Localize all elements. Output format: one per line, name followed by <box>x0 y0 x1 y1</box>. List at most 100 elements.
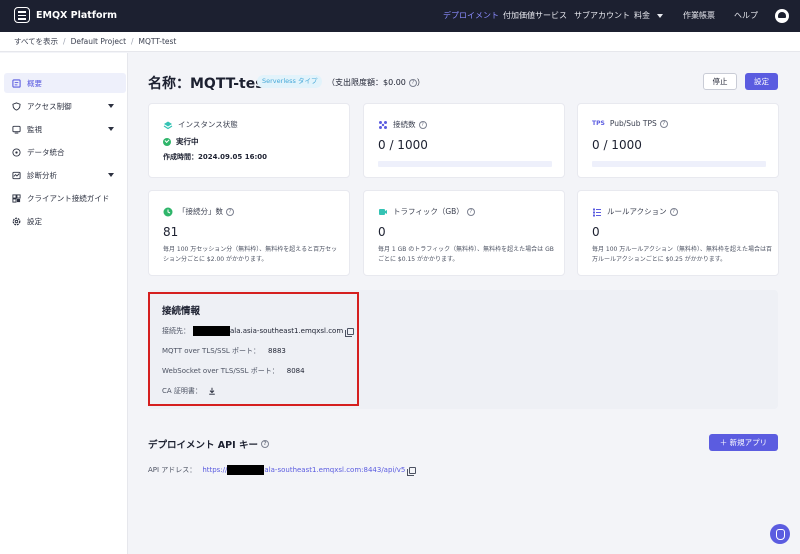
chevron-down-icon <box>108 127 114 131</box>
api-key-title-text: デプロイメント API キー <box>148 440 258 451</box>
chevron-down-icon <box>108 173 114 177</box>
help-icon[interactable]: ? <box>669 207 678 216</box>
nav-help[interactable]: ヘルプ <box>734 10 758 21</box>
copy-icon[interactable] <box>407 466 417 476</box>
sidebar-item-client-guide[interactable]: クライアント接続ガイド <box>4 188 126 208</box>
instance-status-value: 実行中 <box>176 137 199 146</box>
created-time: 作成時間：2024.09.05 16:00 <box>163 153 268 161</box>
instance-status-card: インスタンス状態 実行中 作成時間：2024.09.05 16:00 <box>148 103 350 178</box>
app-logo[interactable]: EMQX Platform <box>14 7 117 23</box>
card-label: 接続数 ? <box>378 119 427 130</box>
mqtt-port-value: 8883 <box>268 347 286 355</box>
settings-button[interactable]: 設定 <box>745 73 778 90</box>
breadcrumb: すべてを表示 / Default Project / MQTT-test <box>0 32 800 52</box>
rule-list-icon <box>593 208 601 216</box>
card-label: ルールアクション ? <box>592 206 678 217</box>
rule-actions-card: ルールアクション ? 0 毎月 100 万ルールアクション（無料枠）、無料枠を超… <box>577 190 779 276</box>
chevron-down-icon <box>657 13 663 18</box>
connection-minutes-value: 81 <box>163 225 179 239</box>
api-address-label: API アドレス： <box>148 466 197 474</box>
sidebar-item-label: アクセス制御 <box>27 101 72 111</box>
status-badge: 実行中 <box>163 136 199 147</box>
integration-icon <box>12 147 21 157</box>
websocket-port-row: WebSocket over TLS/SSL ポート： 8084 <box>162 366 305 376</box>
connection-minutes-card: 「接続分」数 ? 81 毎月 100 万セッション分（無料枠）、無料枠を超えると… <box>148 190 350 276</box>
tps-progress-bar <box>592 161 766 167</box>
nav-billing-label: 料金 <box>634 11 650 20</box>
help-icon[interactable]: ? <box>260 440 269 448</box>
sidebar-item-access-control[interactable]: アクセス制御 <box>4 96 126 116</box>
sidebar-item-label: 設定 <box>27 216 42 226</box>
new-app-button[interactable]: ＋ 新規アプリ <box>709 434 778 451</box>
websocket-port-value: 8084 <box>286 367 305 375</box>
card-label: TPS Pub/Sub TPS ? <box>592 119 668 128</box>
api-address-link[interactable]: https:// ala-southeast1.emqxsl.com:8443/… <box>202 465 405 475</box>
mqtt-port-label: MQTT over TLS/SSL ポート： <box>162 347 261 355</box>
nav-value-added-services[interactable]: 付加価値サービス <box>503 10 567 21</box>
monitor-icon <box>12 125 21 134</box>
help-icon[interactable]: ? <box>408 78 417 87</box>
help-icon[interactable]: ? <box>466 207 475 216</box>
sidebar-item-label: 監視 <box>27 124 42 134</box>
sidebar: 概要 アクセス制御 監視 データ統合 診断分析 クライアント接続ガイド 設定 <box>0 53 128 554</box>
card-label: インスタンス状態 <box>163 119 238 130</box>
api-address-prefix: https:// <box>202 466 228 474</box>
card-label: 「接続分」数 ? <box>163 206 234 217</box>
copy-icon[interactable] <box>345 327 355 337</box>
spend-limit-close: ） <box>416 78 425 87</box>
overview-icon <box>12 78 21 88</box>
breadcrumb-project[interactable]: Default Project <box>71 37 126 46</box>
sidebar-item-overview[interactable]: 概要 <box>4 73 126 93</box>
help-fab-icon[interactable] <box>770 524 790 544</box>
api-key-title: デプロイメント API キー ? <box>148 437 269 451</box>
sidebar-item-label: 診断分析 <box>27 170 57 180</box>
connections-card: 接続数 ? 0 / 1000 <box>363 103 565 178</box>
nav-deployment[interactable]: デプロイメント <box>443 10 499 21</box>
nav-work-orders[interactable]: 作業帳票 <box>683 10 715 21</box>
help-icon[interactable]: ? <box>659 119 668 128</box>
ca-cert-row: CA 証明書： <box>162 386 216 396</box>
check-circle-icon <box>163 137 171 146</box>
breadcrumb-deployment: MQTT-test <box>138 37 177 46</box>
stop-button[interactable]: 停止 <box>703 73 737 90</box>
diagnosis-icon <box>12 171 21 179</box>
user-avatar-icon[interactable] <box>775 9 789 23</box>
download-icon[interactable] <box>208 387 216 395</box>
connection-address-label: 接続先： <box>162 327 190 335</box>
serverless-badge: Serverless タイプ <box>257 75 323 88</box>
spend-limit: （支出限度額：$0.00 ? ） <box>327 77 425 88</box>
rule-actions-label: ルールアクション <box>607 207 667 216</box>
help-icon[interactable]: ? <box>418 120 427 129</box>
help-icon[interactable]: ? <box>226 207 234 216</box>
guide-icon <box>12 193 21 203</box>
traffic-value: 0 <box>378 225 386 239</box>
card-label: トラフィック（GB） ? <box>378 206 475 217</box>
sidebar-item-diagnosis[interactable]: 診断分析 <box>4 165 126 185</box>
tps-label: Pub/Sub TPS <box>609 119 657 128</box>
connection-address-value: ala.asia-southeast1.emqxsl.com <box>230 327 344 335</box>
sidebar-item-settings[interactable]: 設定 <box>4 211 126 231</box>
sidebar-item-monitoring[interactable]: 監視 <box>4 119 126 139</box>
sidebar-item-label: 概要 <box>27 78 42 88</box>
chevron-down-icon <box>108 104 114 108</box>
nav-sub-accounts[interactable]: サブアカウント <box>574 10 630 21</box>
sidebar-item-data-integration[interactable]: データ統合 <box>4 142 126 162</box>
connections-value: 0 / 1000 <box>378 138 428 152</box>
mqtt-port-row: MQTT over TLS/SSL ポート： 8883 <box>162 346 286 356</box>
tps-card: TPS Pub/Sub TPS ? 0 / 1000 <box>577 103 779 178</box>
instance-icon <box>163 121 173 129</box>
traffic-label: トラフィック（GB） <box>393 207 464 216</box>
rule-actions-value: 0 <box>592 225 600 239</box>
redacted-host <box>193 326 230 336</box>
app-name: EMQX Platform <box>36 9 118 21</box>
connections-icon <box>379 120 387 129</box>
sidebar-item-label: クライアント接続ガイド <box>27 193 110 203</box>
connections-label: 接続数 <box>393 120 416 129</box>
page-title: 名称：MQTT-test <box>148 76 271 92</box>
top-bar: EMQX Platform デプロイメント 付加価値サービス サブアカウント 料… <box>0 0 800 32</box>
api-address-value: ala-southeast1.emqxsl.com:8443/api/v5 <box>264 466 406 474</box>
breadcrumb-all[interactable]: すべてを表示 <box>14 36 58 47</box>
clock-icon <box>163 207 173 216</box>
nav-billing[interactable]: 料金 <box>634 10 663 21</box>
connection-minutes-desc: 毎月 100 万セッション分（無料枠）、無料枠を超えると百万セッション分ごとに … <box>163 246 338 263</box>
